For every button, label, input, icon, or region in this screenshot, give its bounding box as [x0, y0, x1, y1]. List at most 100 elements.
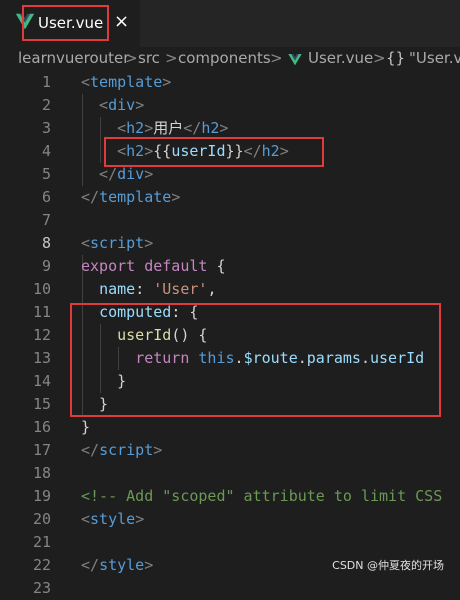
code-token: 用户 [153, 119, 184, 137]
line-code: } [81, 416, 90, 439]
code-token: > [135, 510, 145, 528]
line-number: 3 [41, 119, 51, 137]
line-code: <style> [81, 508, 144, 531]
code-line[interactable]: 9 export default { [0, 255, 460, 278]
line-number: 19 [32, 487, 51, 505]
code-line[interactable]: 18 [0, 462, 460, 485]
breadcrumb: learnvuerouter > src > components > User… [0, 47, 460, 71]
line-number: 18 [32, 464, 51, 482]
code-token: > [171, 188, 181, 206]
code-token: template [99, 188, 172, 206]
line-code: </script> [81, 439, 162, 462]
code-token: div [117, 165, 145, 183]
line-number: 7 [41, 211, 51, 229]
breadcrumb-item-components[interactable]: components [178, 49, 271, 67]
code-token: : [135, 280, 154, 298]
code-token: { [207, 257, 226, 275]
watermark: CSDN @仲夏夜的开场 [332, 559, 444, 572]
breadcrumb-item-src[interactable]: src [138, 49, 160, 67]
line-number: 11 [32, 303, 51, 321]
code-line[interactable]: 16} [0, 416, 460, 439]
line-code: <div> [81, 94, 144, 117]
code-line[interactable]: 23 [0, 577, 460, 600]
chevron-right-icon: > [125, 49, 138, 67]
code-token: h2 [201, 119, 220, 137]
line-code: export default { [81, 255, 226, 278]
highlight-box-template-binding [104, 137, 324, 167]
code-token: > [135, 96, 145, 114]
line-code: </template> [81, 186, 180, 209]
breadcrumb-item-symbol[interactable]: "User.vu [409, 49, 460, 67]
code-line[interactable]: 21 [0, 531, 460, 554]
line-number: 20 [32, 510, 51, 528]
code-token: < [81, 119, 127, 137]
code-token: default [144, 257, 208, 275]
code-token: </ [81, 556, 100, 574]
code-token: , [207, 280, 217, 298]
line-code: <template> [81, 71, 171, 94]
line-number: 14 [32, 372, 51, 390]
code-token: style [90, 510, 136, 528]
close-icon[interactable]: × [114, 11, 129, 33]
line-number: 4 [41, 142, 51, 160]
line-number: 17 [32, 441, 51, 459]
line-number: 9 [41, 257, 51, 275]
line-code: </style> [81, 554, 153, 577]
code-token: < [81, 510, 91, 528]
line-number: 23 [32, 579, 51, 597]
breadcrumb-item-project[interactable]: learnvuerouter [18, 49, 129, 67]
code-editor[interactable]: 1 <template> 2 <div> 3 <h2>用户</h2> 4 <h2>{{u… [0, 71, 460, 597]
code-token: <!-- Add "scoped" attribute to limit CSS [81, 487, 443, 505]
code-line[interactable]: 2 <div> [0, 94, 460, 117]
line-number: 21 [32, 533, 51, 551]
code-token: < [81, 73, 91, 91]
code-token: 'User' [153, 280, 208, 298]
tab-highlight-box [22, 5, 109, 41]
line-number: 5 [41, 165, 51, 183]
breadcrumb-item-file[interactable]: User.vue [308, 49, 373, 67]
code-token: > [144, 234, 154, 252]
line-number: 22 [32, 556, 51, 574]
code-line[interactable]: 6 </template> [0, 186, 460, 209]
code-token: export [81, 257, 136, 275]
code-token: < [81, 96, 109, 114]
vue-icon [288, 54, 302, 66]
line-number: 10 [32, 280, 51, 298]
line-code: <!-- Add "scoped" attribute to limit CSS [81, 485, 442, 508]
chevron-right-icon: > [165, 49, 178, 67]
code-line[interactable]: 17 </script> [0, 439, 460, 462]
code-token: </ [81, 441, 100, 459]
code-token: } [81, 418, 91, 436]
code-line[interactable]: 7 [0, 209, 460, 232]
braces-icon: {} [386, 49, 406, 67]
line-number: 15 [32, 395, 51, 413]
code-token: script [99, 441, 154, 459]
code-token: </ [81, 165, 118, 183]
code-token: name [99, 280, 136, 298]
highlight-box-computed [70, 303, 441, 417]
code-token: > [144, 556, 154, 574]
code-token: h2 [126, 119, 145, 137]
code-line[interactable]: 1 <template> [0, 71, 460, 94]
chevron-right-icon: > [270, 49, 283, 67]
line-code: <script> [81, 232, 153, 255]
code-token: > [162, 73, 172, 91]
code-token: </ [183, 119, 202, 137]
code-token: </ [81, 188, 100, 206]
code-line[interactable]: 20 <style> [0, 508, 460, 531]
line-number: 6 [41, 188, 51, 206]
line-number: 12 [32, 326, 51, 344]
line-code: name: 'User', [81, 278, 216, 301]
code-line[interactable]: 19 <!-- Add "scoped" attribute to limit C… [0, 485, 460, 508]
code-token: > [144, 165, 154, 183]
code-line[interactable]: 10 name: 'User', [0, 278, 460, 301]
line-number: 13 [32, 349, 51, 367]
code-token: > [219, 119, 229, 137]
line-number: 2 [41, 96, 51, 114]
code-token: template [90, 73, 163, 91]
line-number: 1 [41, 73, 51, 91]
line-number: 8 [41, 234, 51, 252]
code-line[interactable]: 8 <script> [0, 232, 460, 255]
